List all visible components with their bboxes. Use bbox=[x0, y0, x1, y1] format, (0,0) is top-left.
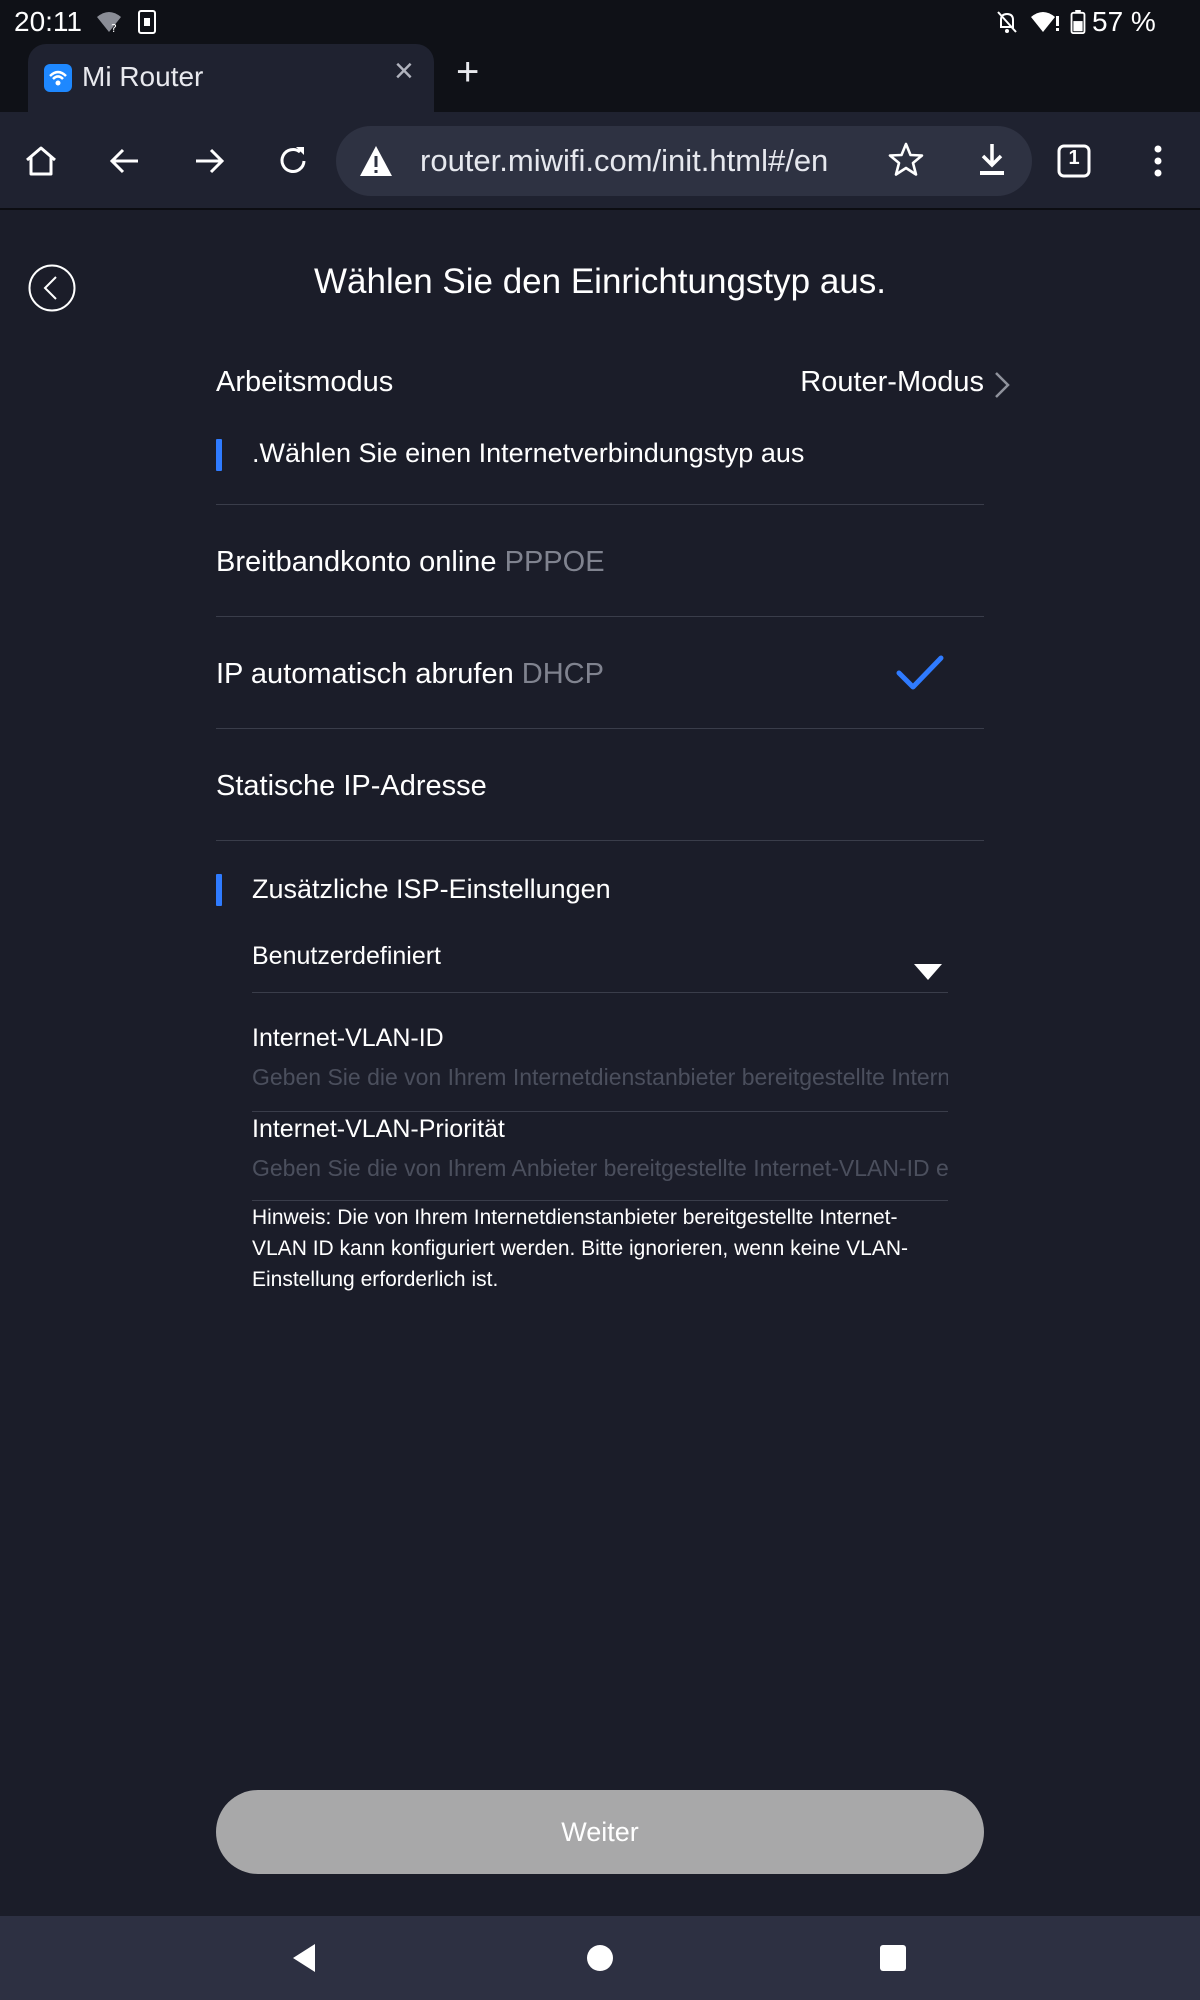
chevron-right-icon[interactable] bbox=[992, 370, 1012, 400]
back-arrow-icon[interactable] bbox=[100, 136, 150, 186]
divider bbox=[216, 504, 984, 505]
home-icon[interactable] bbox=[16, 136, 66, 186]
system-nav-bar bbox=[0, 1916, 1200, 2000]
browser-toolbar: router.miwifi.com/init.html#/en 1 bbox=[0, 112, 1200, 210]
tab-strip: Mi Router × + bbox=[0, 44, 1200, 112]
close-tab-icon[interactable]: × bbox=[394, 54, 414, 88]
section-accent-bar bbox=[216, 439, 222, 471]
nav-home-icon[interactable] bbox=[584, 1942, 616, 1974]
divider bbox=[252, 1111, 948, 1112]
new-tab-icon[interactable]: + bbox=[456, 52, 479, 92]
vlan-priority-label: Internet-VLAN-Priorität bbox=[252, 1115, 505, 1143]
work-mode-value[interactable]: Router-Modus bbox=[800, 366, 984, 399]
nav-back-icon[interactable] bbox=[289, 1942, 321, 1974]
divider bbox=[216, 728, 984, 729]
nav-recents-icon[interactable] bbox=[877, 1942, 909, 1974]
battery-icon bbox=[1070, 10, 1086, 34]
battery-percent: 57 % bbox=[1092, 6, 1156, 37]
more-menu-icon[interactable] bbox=[1133, 136, 1183, 186]
caret-down-icon[interactable] bbox=[914, 964, 942, 980]
vlan-hint-text: Hinweis: Die von Ihrem Internetdienstanb… bbox=[252, 1206, 909, 1291]
status-time: 20:11 bbox=[14, 6, 82, 37]
browser-tab[interactable]: Mi Router × bbox=[28, 44, 434, 112]
checkmark-icon bbox=[896, 655, 944, 690]
reload-icon[interactable] bbox=[268, 136, 318, 186]
download-icon[interactable] bbox=[972, 140, 1012, 180]
sim-icon bbox=[138, 10, 156, 34]
option-label: Breitbandkonto online PPPOE bbox=[216, 546, 605, 579]
address-bar[interactable]: router.miwifi.com/init.html#/en bbox=[336, 126, 1032, 196]
page-title: Wählen Sie den Einrichtungstyp aus. bbox=[314, 262, 886, 301]
vlan-priority-input[interactable] bbox=[252, 1151, 948, 1185]
tab-count: 1 bbox=[1068, 147, 1080, 169]
divider bbox=[216, 840, 984, 841]
vlan-id-input[interactable] bbox=[252, 1060, 948, 1094]
vlan-id-label: Internet-VLAN-ID bbox=[252, 1024, 444, 1052]
divider bbox=[252, 992, 948, 993]
option-name: Statische IP-Adresse bbox=[216, 770, 487, 802]
isp-select-value[interactable]: Benutzerdefiniert bbox=[252, 942, 441, 971]
option-code: PPPOE bbox=[504, 546, 605, 578]
svg-text:?: ? bbox=[111, 22, 117, 34]
section-accent-bar bbox=[216, 874, 222, 906]
work-mode-label: Arbeitsmodus bbox=[216, 366, 394, 398]
option-name: IP automatisch abrufen bbox=[216, 658, 514, 690]
next-button[interactable]: Weiter bbox=[216, 1790, 984, 1874]
tab-title: Mi Router bbox=[82, 61, 204, 92]
option-code: DHCP bbox=[521, 658, 604, 690]
divider bbox=[216, 616, 984, 617]
option-label: IP automatisch abrufen DHCP bbox=[216, 658, 604, 691]
status-bar: 20:11 ? 57 % bbox=[0, 0, 1200, 44]
wifi-question-icon: ? bbox=[97, 12, 121, 34]
url-text[interactable]: router.miwifi.com/init.html#/en bbox=[420, 143, 852, 179]
option-name: Breitbandkonto online bbox=[216, 546, 497, 578]
isp-section-title: Zusätzliche ISP-Einstellungen bbox=[252, 874, 611, 904]
wifi-alert-icon bbox=[1031, 12, 1059, 32]
tab-switcher-button[interactable]: 1 bbox=[1049, 136, 1099, 186]
not-secure-warning-icon[interactable] bbox=[358, 144, 394, 178]
router-favicon-icon bbox=[44, 64, 72, 92]
connection-section-title: .Wählen Sie einen Internetverbindungstyp… bbox=[252, 438, 805, 468]
bell-off-icon bbox=[997, 11, 1017, 33]
divider bbox=[252, 1200, 948, 1201]
forward-arrow-icon[interactable] bbox=[184, 136, 234, 186]
bookmark-star-icon[interactable] bbox=[886, 140, 926, 180]
